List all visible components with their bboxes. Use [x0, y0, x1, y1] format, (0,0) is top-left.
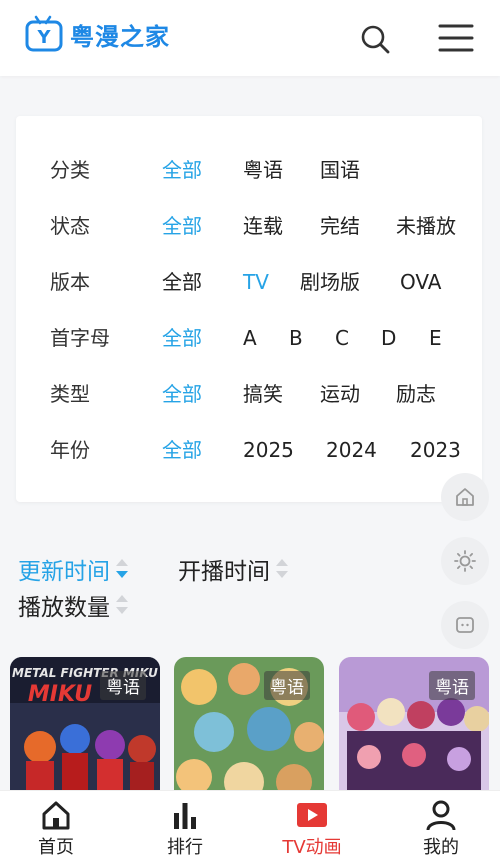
- home-icon: [456, 488, 474, 506]
- tab-tv-anime[interactable]: TV动画: [262, 791, 362, 857]
- anime-card[interactable]: 粤语: [339, 657, 489, 807]
- filter-option[interactable]: 未播放: [396, 206, 456, 246]
- filter-row-category: 分类 全部 粤语 国语: [16, 150, 482, 190]
- float-home-button[interactable]: [441, 473, 489, 521]
- sort-caret-icon: [114, 555, 130, 583]
- sort-label: 更新时间: [18, 559, 110, 585]
- filter-option-selected[interactable]: 全部: [162, 430, 202, 470]
- language-badge: 粤语: [100, 671, 146, 700]
- filter-row-status: 状态 全部 连载 完结 未播放: [16, 206, 482, 246]
- filter-option[interactable]: 搞笑: [243, 374, 283, 414]
- filter-option[interactable]: 剧场版: [300, 262, 360, 302]
- filter-option-selected[interactable]: 全部: [162, 150, 202, 190]
- sort-update-time[interactable]: 更新时间: [18, 552, 130, 586]
- filter-option[interactable]: 连载: [243, 206, 283, 246]
- filter-row-version: 版本 全部 TV 剧场版 OVA: [16, 262, 482, 302]
- filter-option[interactable]: 2024: [326, 430, 377, 470]
- filter-option[interactable]: B: [289, 318, 303, 358]
- home-icon: [42, 801, 70, 830]
- filter-row-initial: 首字母 全部 A B C D E: [16, 318, 482, 358]
- tab-label: 我的: [423, 837, 459, 857]
- site-logo[interactable]: Y 粤漫之家: [24, 14, 170, 54]
- tab-ranking[interactable]: 排行: [135, 791, 235, 857]
- sort-caret-icon: [274, 555, 290, 583]
- language-badge: 粤语: [429, 671, 475, 700]
- filter-option[interactable]: D: [381, 318, 396, 358]
- anime-card[interactable]: METAL FIGHTER MIKU MIKU 粤语: [10, 657, 160, 807]
- filter-label: 类型: [50, 382, 90, 406]
- sort-play-count[interactable]: 播放数量: [18, 588, 130, 622]
- app-header: Y 粤漫之家: [0, 0, 500, 76]
- filter-label: 版本: [50, 270, 90, 294]
- anime-card[interactable]: 粤语: [174, 657, 324, 807]
- filter-panel: 分类 全部 粤语 国语 状态 全部 连载 完结 未播放 版本 全部 TV 剧场版…: [16, 116, 482, 502]
- filter-option[interactable]: OVA: [400, 262, 441, 302]
- filter-option-selected[interactable]: 全部: [162, 374, 202, 414]
- tab-label: 排行: [167, 837, 203, 857]
- site-name: 粤漫之家: [70, 22, 170, 51]
- sort-label: 开播时间: [178, 559, 270, 585]
- float-theme-button[interactable]: [441, 537, 489, 585]
- filter-option[interactable]: 运动: [320, 374, 360, 414]
- filter-label: 分类: [50, 158, 90, 182]
- float-chat-button[interactable]: [441, 601, 489, 649]
- cover-art-text: MIKU: [28, 682, 92, 707]
- filter-label: 年份: [50, 438, 90, 462]
- filter-row-genre: 类型 全部 搞笑 运动 励志: [16, 374, 482, 414]
- filter-option[interactable]: E: [429, 318, 442, 358]
- chat-icon: [456, 617, 474, 633]
- tab-mine[interactable]: 我的: [391, 791, 491, 857]
- search-icon[interactable]: [358, 22, 392, 56]
- sort-label: 播放数量: [18, 595, 110, 621]
- tab-label: 首页: [38, 837, 74, 857]
- brightness-icon: [454, 550, 476, 572]
- filter-option[interactable]: 粤语: [243, 150, 283, 190]
- filter-option[interactable]: 国语: [320, 150, 360, 190]
- filter-option[interactable]: 全部: [162, 262, 202, 302]
- language-badge: 粤语: [264, 671, 310, 700]
- filter-label: 状态: [50, 214, 90, 238]
- ranking-icon: [174, 803, 196, 829]
- tab-label: TV动画: [282, 837, 342, 857]
- filter-option-selected[interactable]: 全部: [162, 206, 202, 246]
- play-icon: [297, 803, 327, 827]
- filter-row-year: 年份 全部 2025 2024 2023: [16, 430, 482, 470]
- filter-option[interactable]: 2023: [410, 430, 461, 470]
- tv-logo-icon: Y: [25, 15, 63, 52]
- logo-glyph: Y: [36, 27, 51, 48]
- sort-start-time[interactable]: 开播时间: [178, 552, 290, 586]
- user-icon: [426, 800, 456, 831]
- filter-option[interactable]: A: [243, 318, 257, 358]
- sort-caret-icon: [114, 591, 130, 619]
- filter-option[interactable]: 励志: [396, 374, 436, 414]
- filter-option-selected[interactable]: TV: [243, 262, 269, 302]
- filter-option[interactable]: C: [335, 318, 349, 358]
- filter-option[interactable]: 完结: [320, 206, 360, 246]
- bottom-tab-bar: 首页 排行 TV动画 我的: [0, 790, 500, 857]
- filter-label: 首字母: [50, 326, 110, 350]
- filter-option-selected[interactable]: 全部: [162, 318, 202, 358]
- menu-icon[interactable]: [436, 20, 476, 56]
- tab-home[interactable]: 首页: [6, 791, 106, 857]
- filter-option[interactable]: 2025: [243, 430, 294, 470]
